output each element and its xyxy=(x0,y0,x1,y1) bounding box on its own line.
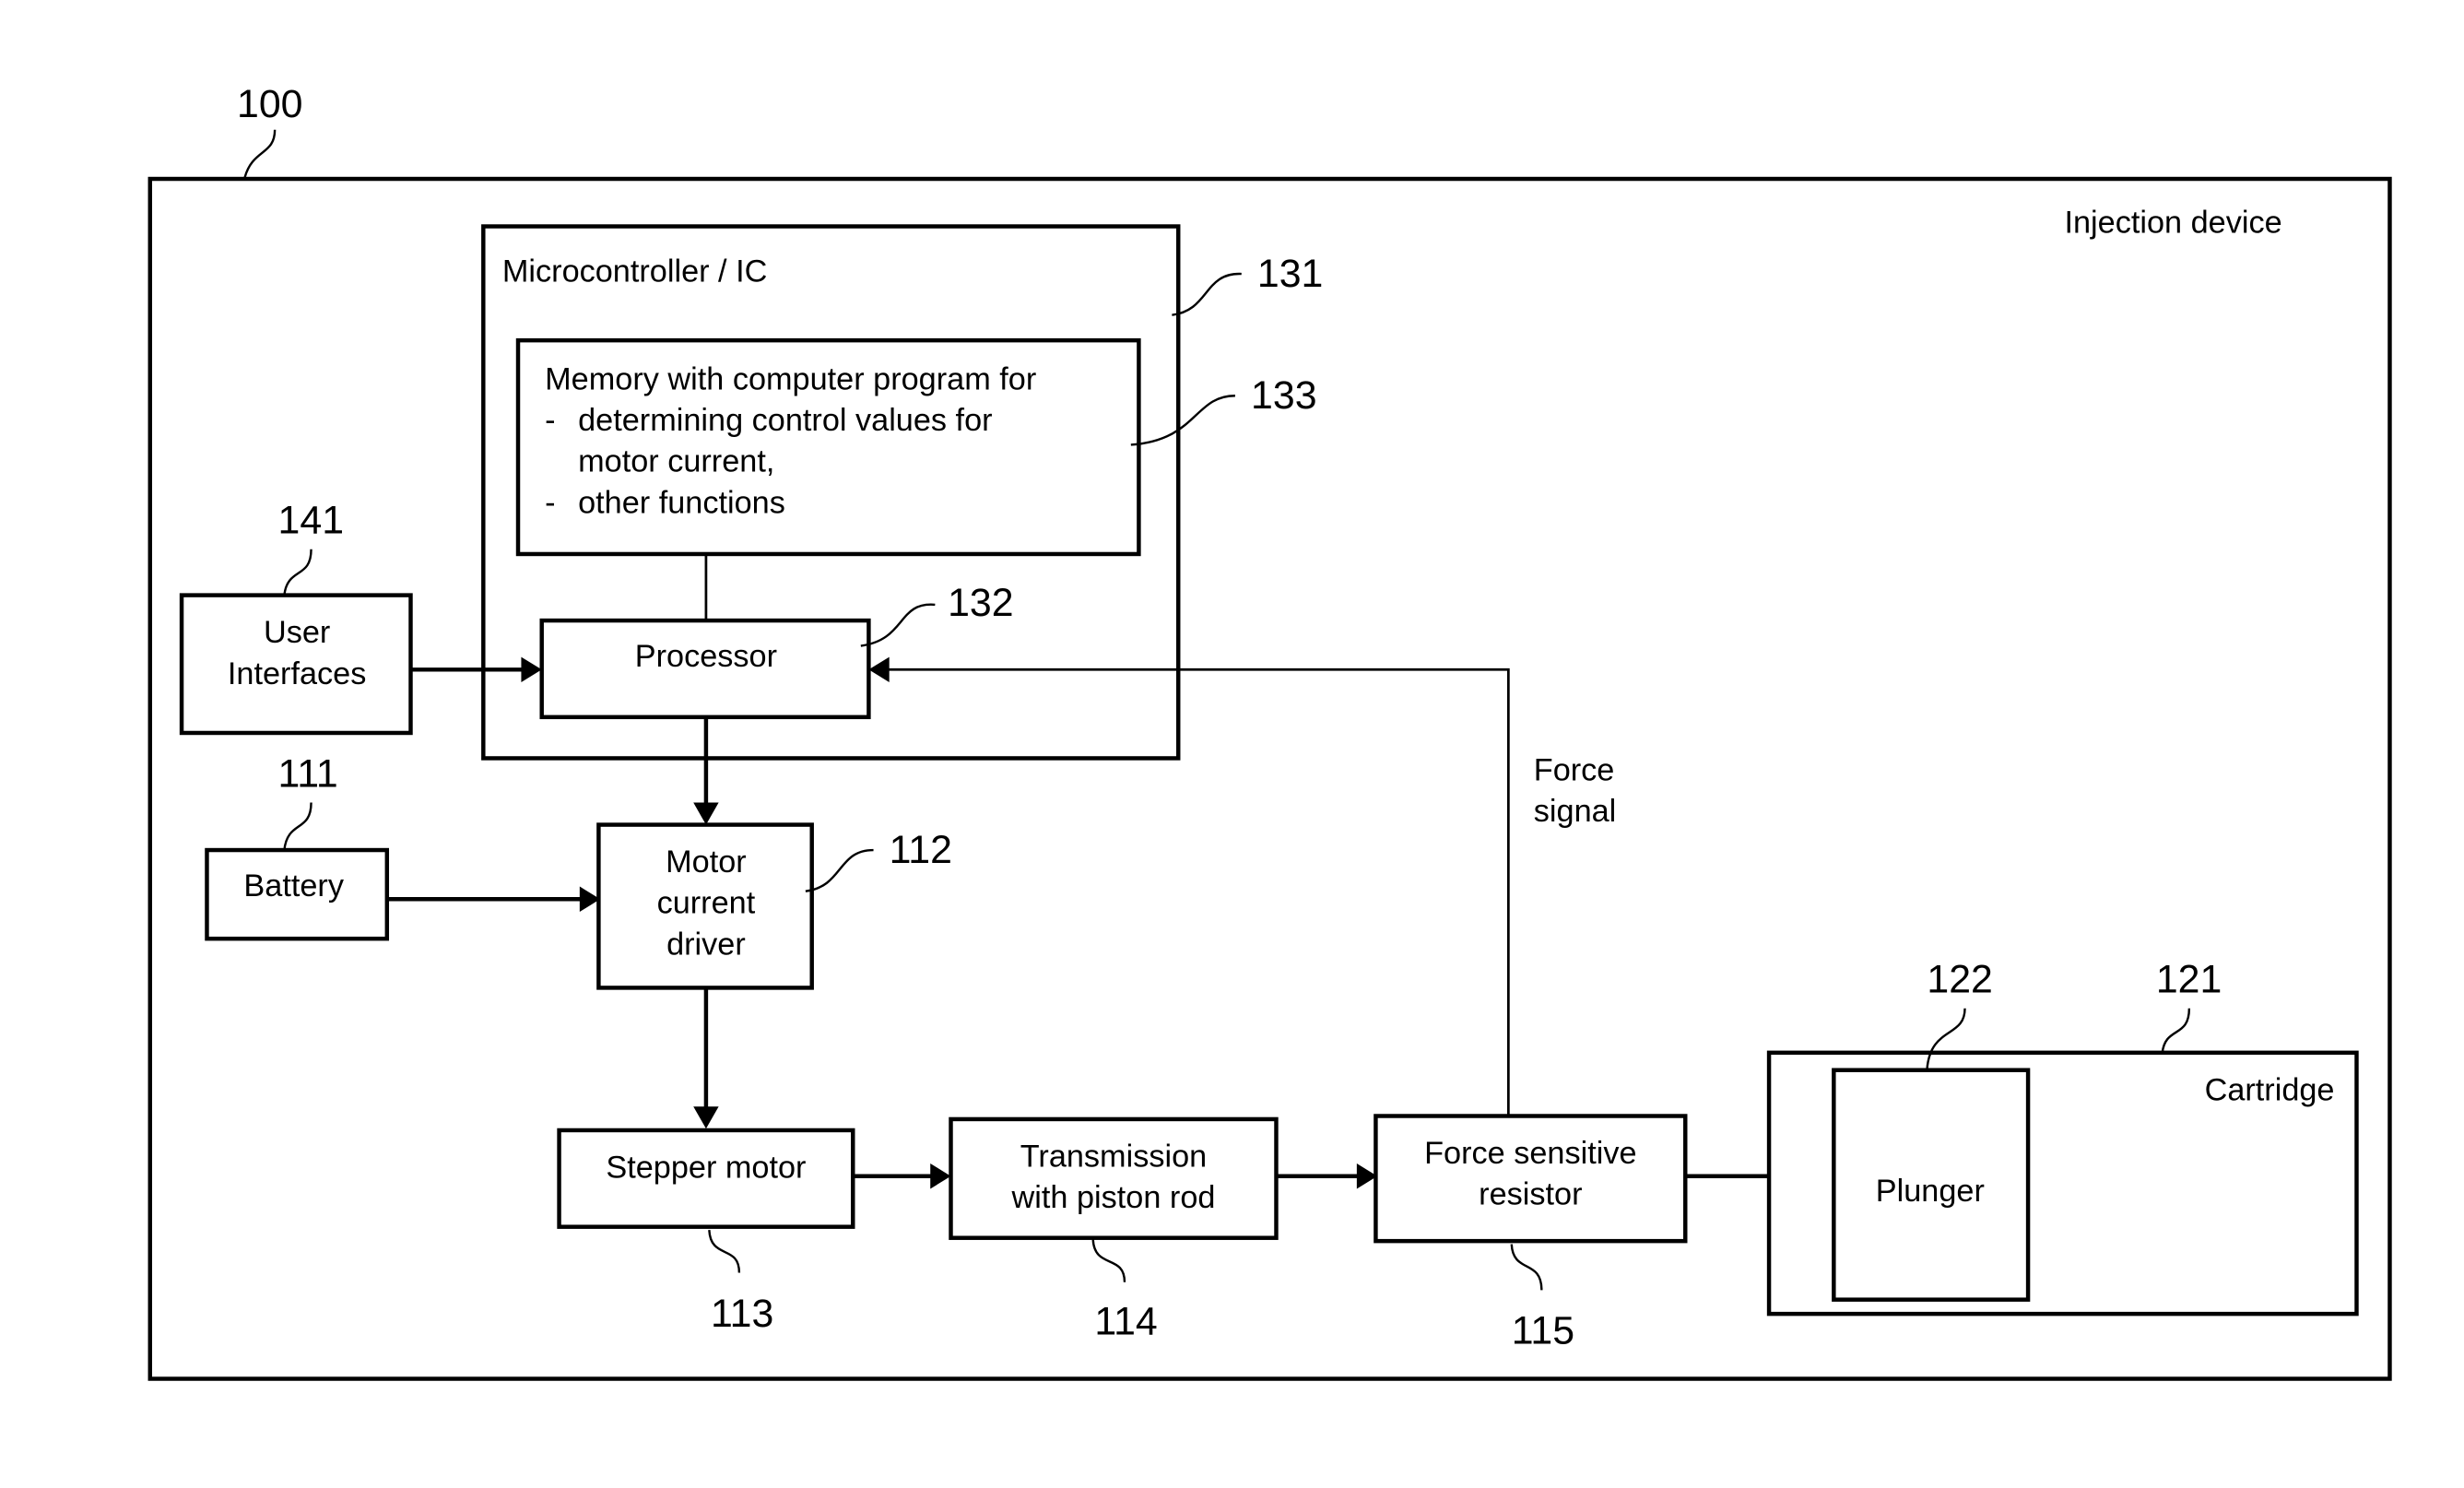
memory-item-2: other functions xyxy=(578,485,785,520)
cartridge-label: Cartridge xyxy=(2205,1072,2335,1107)
memory-bullet-1: - xyxy=(545,403,555,438)
motor-driver-line-3: driver xyxy=(666,927,746,962)
motor-driver-line-2: current xyxy=(657,886,756,921)
force-sensor-line-1: Force sensitive xyxy=(1424,1136,1636,1171)
ref-114: 114 xyxy=(1094,1299,1157,1343)
user-interfaces-line-2: Interfaces xyxy=(228,656,366,691)
stepper-motor-label: Stepper motor xyxy=(606,1150,806,1185)
motor-driver-line-1: Motor xyxy=(666,844,747,880)
force-sensor-line-2: resistor xyxy=(1479,1177,1582,1212)
memory-item-1a: determining control values for xyxy=(578,403,992,438)
ref-122: 122 xyxy=(1927,958,1992,1002)
microcontroller-label: Microcontroller / IC xyxy=(502,254,767,289)
transmission-line-2: with piston rod xyxy=(1011,1180,1216,1215)
ref-133: 133 xyxy=(1251,373,1316,418)
ref-115: 115 xyxy=(1512,1309,1574,1353)
ref-100: 100 xyxy=(237,82,302,126)
transmission-box xyxy=(949,1116,1279,1240)
ref-112: 112 xyxy=(890,828,952,872)
injection-device-label: Injection device xyxy=(2064,205,2281,240)
user-interfaces-line-1: User xyxy=(264,615,330,650)
block-diagram: Injection device 100 Microcontroller / I… xyxy=(147,82,2392,1381)
memory-item-1b: motor current, xyxy=(578,444,774,479)
processor-label: Processor xyxy=(635,639,777,674)
force-signal-label-2: signal xyxy=(1534,794,1617,829)
memory-title: Memory with computer program for xyxy=(545,361,1036,396)
plunger-label: Plunger xyxy=(1876,1174,1985,1209)
ref-131: 131 xyxy=(1257,252,1323,296)
ref-121: 121 xyxy=(2156,958,2222,1002)
ref-141: 141 xyxy=(278,499,344,543)
ref-113: 113 xyxy=(711,1292,773,1336)
transmission-line-1: Transmission xyxy=(1020,1139,1207,1174)
ref-132: 132 xyxy=(948,581,1013,625)
memory-bullet-2: - xyxy=(545,485,555,520)
battery-label: Battery xyxy=(243,868,344,903)
force-signal-label-1: Force xyxy=(1534,752,1615,787)
ref-111: 111 xyxy=(278,751,338,796)
leader-100 xyxy=(243,129,277,178)
